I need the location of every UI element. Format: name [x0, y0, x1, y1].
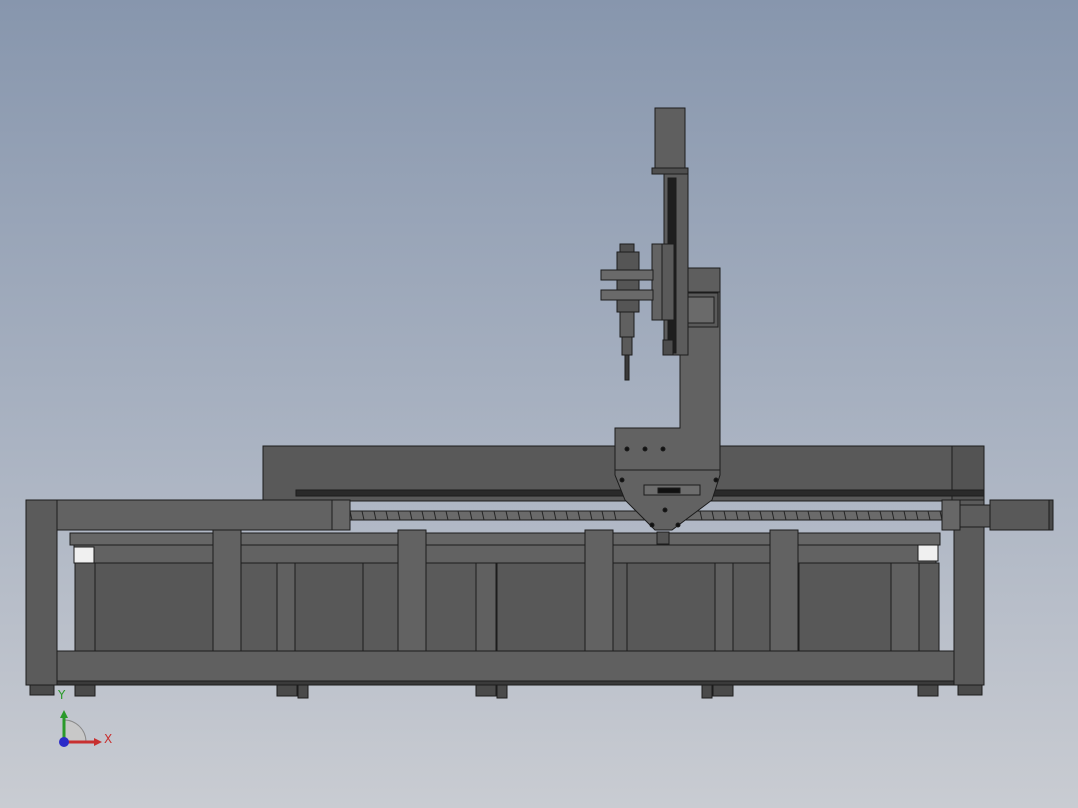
coordinate-triad-icon: [59, 710, 102, 747]
triad-y-label: Y: [58, 688, 66, 702]
machine-bed-frame: [56, 529, 955, 686]
spindle-head: [600, 243, 654, 381]
triad-x-label: X: [104, 732, 113, 746]
x-axis-motor: [989, 499, 1054, 531]
cnc-machine-model[interactable]: [0, 0, 1078, 808]
leveling-feet: [29, 684, 983, 699]
cad-graphics-viewport[interactable]: Y X: [0, 0, 1078, 808]
